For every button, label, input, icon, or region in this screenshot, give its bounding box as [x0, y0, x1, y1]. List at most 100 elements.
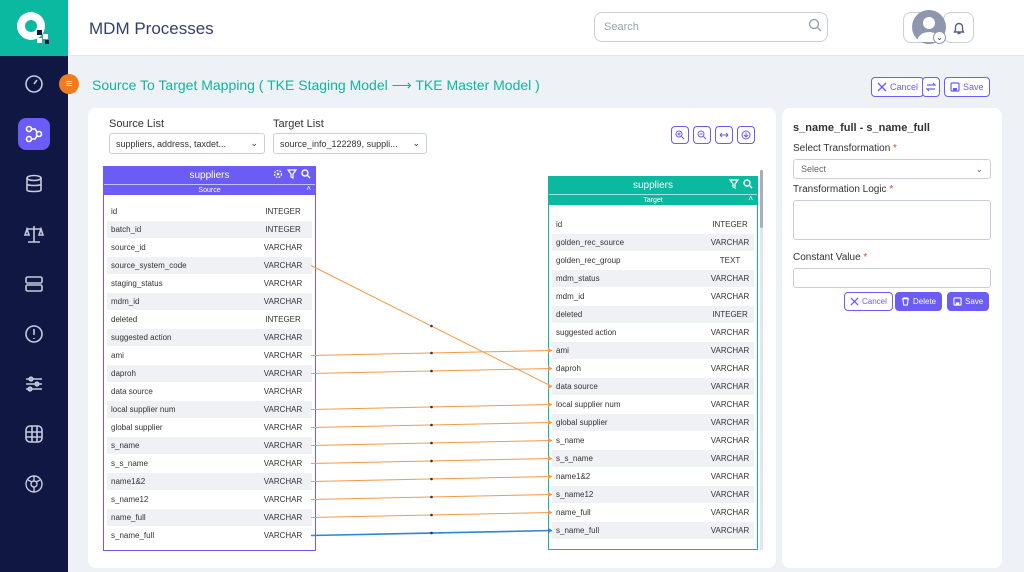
- database-icon[interactable]: [18, 168, 50, 200]
- balance-scale-icon[interactable]: [18, 218, 50, 250]
- source-row[interactable]: global supplier VARCHAR: [107, 419, 312, 436]
- menu-toggle-icon[interactable]: ≡: [59, 74, 79, 94]
- target-row[interactable]: name1&2 VARCHAR: [552, 468, 754, 485]
- target-row[interactable]: s_name12 VARCHAR: [552, 486, 754, 503]
- save-button[interactable]: Save: [944, 77, 990, 97]
- constant-value-input[interactable]: [793, 268, 991, 288]
- side-nav: [0, 0, 68, 572]
- source-row[interactable]: s_name VARCHAR: [107, 437, 312, 454]
- target-list-label: Target List: [273, 118, 324, 130]
- alert-icon[interactable]: [18, 318, 50, 350]
- target-column-name: s_s_name: [556, 454, 593, 463]
- gear-icon[interactable]: [273, 169, 283, 179]
- source-column-name: local supplier num: [111, 405, 176, 414]
- search-icon[interactable]: [301, 169, 311, 179]
- source-row[interactable]: deleted INTEGER: [107, 311, 312, 328]
- required-mark: *: [889, 184, 894, 195]
- target-row[interactable]: data source VARCHAR: [552, 378, 754, 395]
- source-row[interactable]: s_name_full VARCHAR: [107, 527, 312, 544]
- target-row[interactable]: id INTEGER: [552, 216, 754, 233]
- target-row[interactable]: mdm_status VARCHAR: [552, 270, 754, 287]
- target-column-name: id: [556, 220, 563, 229]
- source-row[interactable]: ami VARCHAR: [107, 347, 312, 364]
- chevron-down-icon[interactable]: ⌄: [933, 31, 946, 44]
- source-list-select[interactable]: suppliers, address, taxdet... ⌄: [109, 133, 265, 154]
- source-column-name: mdm_id: [111, 297, 140, 306]
- process-flow-icon[interactable]: [18, 118, 50, 150]
- source-row[interactable]: id INTEGER: [107, 203, 312, 220]
- target-row[interactable]: local supplier num VARCHAR: [552, 396, 754, 413]
- filter-icon[interactable]: [729, 179, 739, 189]
- source-row[interactable]: batch_id INTEGER: [107, 221, 312, 238]
- source-row[interactable]: source_id VARCHAR: [107, 239, 312, 256]
- transformation-logic-textarea[interactable]: [793, 200, 991, 240]
- target-column-type: VARCHAR: [710, 292, 750, 301]
- zoom-out-button[interactable]: [693, 126, 711, 144]
- source-column-type: VARCHAR: [263, 351, 303, 360]
- search-icon[interactable]: [808, 18, 822, 32]
- target-row[interactable]: mdm_id VARCHAR: [552, 288, 754, 305]
- source-column-type: VARCHAR: [263, 531, 303, 540]
- cancel-button[interactable]: Cancel: [871, 77, 925, 97]
- chevron-up-icon[interactable]: ˄: [306, 184, 311, 193]
- source-row[interactable]: mdm_id VARCHAR: [107, 293, 312, 310]
- target-column-name: daproh: [556, 364, 581, 373]
- source-row[interactable]: name_full VARCHAR: [107, 509, 312, 526]
- download-button[interactable]: [737, 126, 755, 144]
- target-row[interactable]: golden_rec_source VARCHAR: [552, 234, 754, 251]
- server-icon[interactable]: [18, 268, 50, 300]
- source-row[interactable]: suggested action VARCHAR: [107, 329, 312, 346]
- target-column-name: suggested action: [556, 328, 617, 337]
- data-hub-icon[interactable]: [18, 468, 50, 500]
- target-column-type: VARCHAR: [710, 274, 750, 283]
- target-column-type: VARCHAR: [710, 328, 750, 337]
- target-list-value: source_info_122289, suppli...: [280, 138, 398, 149]
- filter-icon[interactable]: [287, 169, 297, 179]
- target-row[interactable]: s_s_name VARCHAR: [552, 450, 754, 467]
- target-row[interactable]: daproh VARCHAR: [552, 360, 754, 377]
- target-row[interactable]: deleted INTEGER: [552, 306, 754, 323]
- source-row[interactable]: source_system_code VARCHAR: [107, 257, 312, 274]
- panel-save-button[interactable]: Save: [947, 292, 990, 311]
- sliders-icon[interactable]: [18, 368, 50, 400]
- target-row[interactable]: golden_rec_group TEXT: [552, 252, 754, 269]
- source-column-type: INTEGER: [265, 207, 301, 216]
- fit-width-button[interactable]: [715, 126, 733, 144]
- notifications-button[interactable]: [943, 12, 974, 43]
- panel-cancel-button[interactable]: Cancel: [844, 292, 893, 311]
- source-row[interactable]: staging_status VARCHAR: [107, 275, 312, 292]
- chevron-up-icon[interactable]: ˄: [748, 194, 753, 203]
- app-logo[interactable]: [0, 0, 68, 56]
- target-row[interactable]: ami VARCHAR: [552, 342, 754, 359]
- source-row[interactable]: daproh VARCHAR: [107, 365, 312, 382]
- zoom-in-button[interactable]: [671, 126, 689, 144]
- target-row[interactable]: s_name_full VARCHAR: [552, 522, 754, 539]
- dashboard-gauge-icon[interactable]: [18, 68, 50, 100]
- canvas-scrollbar-thumb[interactable]: [760, 170, 763, 228]
- source-row[interactable]: name1&2 VARCHAR: [107, 473, 312, 490]
- source-row[interactable]: data source VARCHAR: [107, 383, 312, 400]
- target-column-name: mdm_id: [556, 292, 585, 301]
- search-icon[interactable]: [743, 179, 753, 189]
- source-column-name: s_name_full: [111, 531, 155, 540]
- source-row[interactable]: s_name12 VARCHAR: [107, 491, 312, 508]
- cancel-label: Cancel: [890, 82, 919, 92]
- transformation-select[interactable]: Select ⌄: [793, 159, 991, 179]
- grid-globe-icon[interactable]: [18, 418, 50, 450]
- target-row[interactable]: name_full VARCHAR: [552, 504, 754, 521]
- target-row[interactable]: s_name VARCHAR: [552, 432, 754, 449]
- required-mark: *: [863, 252, 868, 263]
- target-list-select[interactable]: source_info_122289, suppli... ⌄: [273, 133, 427, 154]
- source-row[interactable]: local supplier num VARCHAR: [107, 401, 312, 418]
- source-column-name: deleted: [111, 315, 138, 324]
- swap-button[interactable]: [922, 77, 940, 97]
- source-row[interactable]: s_s_name VARCHAR: [107, 455, 312, 472]
- target-row[interactable]: global supplier VARCHAR: [552, 414, 754, 431]
- search-input[interactable]: [594, 12, 828, 42]
- top-bar: MDM Processes: [68, 0, 1024, 56]
- close-icon: [850, 297, 859, 306]
- delete-button[interactable]: Delete: [895, 292, 943, 311]
- target-row[interactable]: suggested action VARCHAR: [552, 324, 754, 341]
- target-column-type: VARCHAR: [710, 238, 750, 247]
- target-column-name: s_name12: [556, 490, 594, 499]
